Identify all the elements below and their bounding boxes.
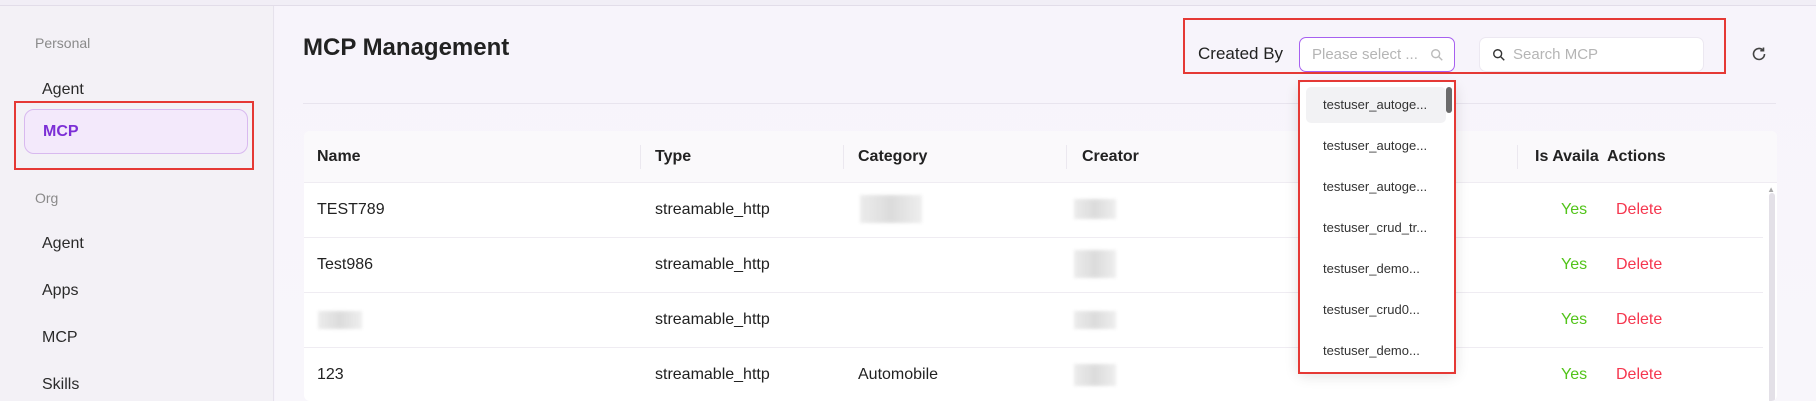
refresh-icon[interactable] [1749, 44, 1769, 64]
sidebar-item-org-skills[interactable]: Skills [42, 376, 79, 394]
column-header-category: Category [858, 148, 928, 165]
delete-button[interactable]: Delete [1616, 311, 1662, 329]
column-separator [1517, 145, 1518, 169]
cell-available: Yes [1561, 366, 1588, 383]
table-row: Test986 streamable_http Yes Delete [304, 238, 1763, 293]
sidebar-section-org: Org [35, 190, 59, 206]
column-header-name: Name [317, 148, 361, 165]
sidebar-item-personal-agent[interactable]: Agent [42, 81, 84, 99]
column-separator [1066, 145, 1067, 169]
table-row: streamable_http Yes Delete [304, 293, 1763, 348]
table-row: TEST789 streamable_http Yes Delete [304, 183, 1763, 238]
column-header-available: Is Availa [1535, 148, 1599, 165]
mcp-table: Name Type Category Creator Is Availa Act… [304, 131, 1777, 401]
cell-type: streamable_http [655, 256, 770, 273]
cell-type: streamable_http [655, 311, 770, 328]
blurred-name [318, 311, 362, 329]
dropdown-option[interactable]: testuser_autoge... [1306, 87, 1446, 123]
blurred-creator [1074, 250, 1116, 278]
column-separator [843, 145, 844, 169]
sidebar-item-org-agent[interactable]: Agent [42, 235, 84, 253]
blurred-creator [1074, 199, 1116, 219]
dropdown-option[interactable]: testuser_crud_tr... [1306, 210, 1446, 246]
header-divider [303, 103, 1776, 104]
sidebar-item-org-mcp[interactable]: MCP [42, 329, 78, 347]
dropdown-option[interactable]: testuser_demo... [1306, 251, 1446, 287]
column-header-actions: Actions [1607, 148, 1666, 165]
created-by-dropdown: testuser_autoge... testuser_autoge... te… [1298, 82, 1456, 372]
dropdown-scrollbar[interactable] [1446, 87, 1452, 113]
delete-button[interactable]: Delete [1616, 201, 1662, 219]
cell-category: Automobile [858, 366, 939, 383]
cell-available: Yes [1561, 256, 1588, 273]
column-header-type: Type [655, 148, 692, 165]
created-by-placeholder: Please select ... [1312, 46, 1418, 63]
sidebar-item-personal-mcp[interactable]: MCP [24, 109, 248, 154]
created-by-label: Created By [1198, 44, 1284, 63]
cell-type: streamable_http [655, 366, 770, 383]
cell-available: Yes [1561, 311, 1588, 328]
dropdown-option[interactable]: testuser_crud0... [1306, 292, 1446, 328]
cell-name: 123 [317, 366, 344, 383]
page-title: MCP Management [303, 34, 510, 61]
sidebar-section-personal: Personal [35, 35, 91, 51]
table-row: 123 streamable_http Automobile Yes Delet… [304, 348, 1763, 401]
cell-available: Yes [1561, 201, 1588, 218]
cell-name: Test986 [317, 256, 374, 273]
search-mcp-input[interactable]: Search MCP [1479, 37, 1704, 72]
blurred-creator [1074, 364, 1116, 386]
search-icon [1493, 49, 1505, 61]
dropdown-option[interactable]: testuser_autoge... [1306, 128, 1446, 164]
created-by-select[interactable]: Please select ... [1299, 37, 1455, 72]
table-header: Name Type Category Creator Is Availa Act… [304, 131, 1777, 183]
search-icon [1431, 49, 1443, 61]
cell-name: TEST789 [317, 201, 385, 218]
delete-button[interactable]: Delete [1616, 256, 1662, 274]
sidebar-item-org-apps[interactable]: Apps [42, 282, 78, 300]
blurred-creator [1074, 311, 1116, 329]
cell-type: streamable_http [655, 201, 770, 218]
column-separator [640, 145, 641, 169]
dropdown-option[interactable]: testuser_demo... [1306, 333, 1446, 369]
blurred-category [860, 195, 922, 223]
table-scrollbar[interactable] [1769, 193, 1775, 401]
delete-button[interactable]: Delete [1616, 366, 1662, 384]
dropdown-option[interactable]: testuser_autoge... [1306, 169, 1446, 205]
column-header-creator: Creator [1082, 148, 1139, 165]
search-mcp-placeholder: Search MCP [1513, 46, 1599, 63]
